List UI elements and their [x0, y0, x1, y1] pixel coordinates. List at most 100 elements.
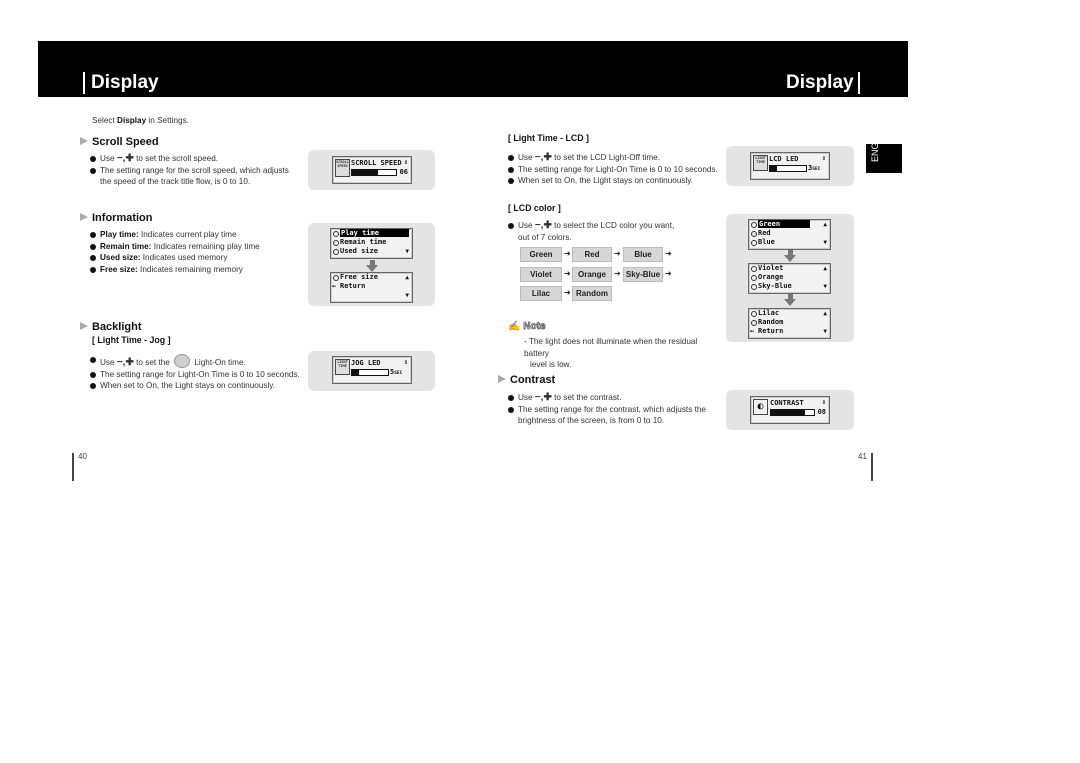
- lcd-label: CONTRAST: [770, 399, 804, 407]
- bullet-item: The setting range for Light-On Time is 0…: [508, 164, 728, 176]
- bullet-item: Free size: Indicates remaining memory: [90, 264, 300, 276]
- lcd-value: 08: [817, 408, 826, 416]
- color-chip: Sky-Blue: [623, 267, 663, 282]
- lcd-label: SCROLL SPEED: [351, 159, 402, 167]
- page-title-right: Display: [786, 72, 854, 93]
- arrow-right-icon: ➜: [564, 249, 571, 258]
- page-title-left: Display: [91, 72, 159, 93]
- lcd-label: JOG LED: [351, 359, 381, 367]
- down-arrow-icon: [784, 294, 796, 306]
- triangle-icon: [498, 375, 506, 383]
- lcd-light-bullets: Use −,✚ to set the LCD Light-Off time. T…: [508, 152, 728, 187]
- menu-row: Blue ▼: [749, 238, 830, 247]
- jog-dial-icon: [174, 354, 191, 368]
- bullet-continuation: out of 7 colors.: [518, 232, 572, 242]
- lcd-color-screen-2: Violet ▲ Orange Sky-Blue ▼: [748, 263, 831, 294]
- menu-row: Red: [749, 229, 830, 238]
- color-chip: Blue: [623, 247, 663, 262]
- language-tab-label: ENG: [870, 142, 880, 162]
- note-heading: ✍ Note: [508, 321, 546, 333]
- lcd-color-panel: Green ▲ Red Blue ▼ Violet ▲ Orange Sky-Blue…: [726, 214, 854, 342]
- up-down-icon: ⇕: [403, 358, 408, 366]
- arrow-right-icon: ➜: [614, 249, 621, 258]
- scroll-speed-panel: SCROLL SPEED SCROLL SPEED ⇕ 06: [308, 150, 435, 190]
- contrast-bullets: Use −,✚ to set the contrast. The setting…: [508, 392, 718, 427]
- lcd-value: 06: [399, 168, 408, 176]
- level-fill: [352, 370, 360, 375]
- color-chip: Violet: [520, 267, 562, 282]
- bullet-item: Use −,✚ to select the LCD color you want…: [508, 220, 728, 232]
- menu-row: ← Return: [332, 282, 366, 290]
- color-chip: Orange: [572, 267, 612, 282]
- arrow-right-icon: ➜: [564, 269, 571, 278]
- light-time-icon: LIGHT TIME: [753, 155, 768, 171]
- menu-row: Remain time: [331, 238, 412, 247]
- lcd-color-screen-1: Green ▲ Red Blue ▼: [748, 219, 831, 250]
- bullet-item: Play time: Indicates current play time: [90, 229, 300, 241]
- arrow-right-icon: ➜: [564, 288, 571, 297]
- bullet-item: When set to On, the Light stays on conti…: [508, 175, 728, 187]
- page-bar-right: [871, 453, 873, 481]
- jog-subheading: [ Light Time - Jog ]: [92, 335, 171, 345]
- up-down-icon: ⇕: [821, 398, 826, 406]
- note-text: - The light does not illuminate when the…: [524, 337, 698, 369]
- bullet-item: The setting range for the scroll speed, …: [90, 165, 300, 188]
- lcd-value: 3SEC: [808, 164, 821, 172]
- jog-led-panel: LIGHT TIME JOG LED ⇕ 5SEC: [308, 351, 435, 391]
- page-number-left: 40: [78, 452, 87, 461]
- bullet-item: The setting range for the contrast, whic…: [508, 404, 718, 427]
- bullet-item: When set to On, the Light stays on conti…: [90, 380, 310, 392]
- lcd-led-level-bar: [769, 165, 807, 172]
- arrow-right-icon: ➜: [665, 269, 672, 278]
- arrow-right-icon: ➜: [614, 269, 621, 278]
- page-number-right: 41: [858, 452, 867, 461]
- scroll-speed-icon: SCROLL SPEED: [335, 159, 350, 177]
- scroll-speed-heading: Scroll Speed: [80, 136, 159, 148]
- bullet-item: Use −,✚ to set the LCD Light-Off time.: [508, 152, 728, 164]
- down-arrow-icon: [784, 250, 796, 262]
- lcd-led-lcd: LIGHT TIME LCD LED ⇕ 3SEC: [750, 152, 830, 180]
- lcd-color-bullet: Use −,✚ to select the LCD color you want…: [508, 220, 728, 243]
- backlight-bullets: Use −,✚ to set the Light-On time. The se…: [90, 354, 310, 392]
- lcd-color-screen-3: Lilac ▲ Random ← Return ▼: [748, 308, 831, 339]
- level-fill: [352, 170, 379, 175]
- triangle-icon: [80, 322, 88, 330]
- lcd-label: LCD LED: [769, 155, 799, 163]
- menu-row: ← Return ▼: [750, 327, 827, 335]
- up-down-icon: ⇕: [821, 154, 826, 162]
- information-screen-1: Play time ▲ Remain time Used size ▼: [330, 228, 413, 259]
- bullet-item: Used size: Indicates used memory: [90, 252, 300, 264]
- page-bar-left: [72, 453, 74, 481]
- menu-row: Orange: [749, 273, 830, 282]
- menu-row: Used size ▼: [331, 247, 412, 256]
- information-bullets: Play time: Indicates current play time R…: [90, 229, 300, 275]
- information-heading: Information: [80, 212, 153, 224]
- bullet-item: Use −,✚ to set the contrast.: [508, 392, 718, 404]
- triangle-icon: [80, 213, 88, 221]
- lcd-value: 5SEC: [390, 368, 403, 376]
- lcd-light-subheading: [ Light Time - LCD ]: [508, 133, 589, 143]
- arrow-right-icon: ➜: [665, 249, 672, 258]
- lcd-color-subheading: [ LCD color ]: [508, 203, 561, 213]
- menu-row: Free size ▲: [331, 273, 412, 282]
- contrast-panel: ◐ CONTRAST ⇕ 08: [726, 390, 854, 430]
- contrast-heading: Contrast: [498, 374, 555, 386]
- menu-row: Random: [749, 318, 830, 327]
- backlight-heading: Backlight: [80, 321, 142, 333]
- menu-row: ▼: [405, 292, 409, 299]
- scroll-speed-level-bar: [351, 169, 397, 176]
- intro-text: Select Display in Settings.: [92, 116, 189, 125]
- bullet-item: Remain time: Indicates remaining play ti…: [90, 241, 300, 253]
- jog-led-lcd: LIGHT TIME JOG LED ⇕ 5SEC: [332, 356, 412, 384]
- page-header: [38, 41, 908, 97]
- menu-row: Sky-Blue ▼: [749, 282, 830, 291]
- menu-row: Violet ▲: [749, 264, 830, 273]
- contrast-icon: ◐: [753, 399, 768, 415]
- menu-row: Lilac ▲: [749, 309, 830, 318]
- lcd-led-panel: LIGHT TIME LCD LED ⇕ 3SEC: [726, 146, 854, 186]
- jog-led-level-bar: [351, 369, 389, 376]
- language-tab: ENG: [866, 142, 902, 173]
- triangle-icon: [80, 137, 88, 145]
- bullet-item: Use −,✚ to set the scroll speed.: [90, 153, 300, 165]
- level-fill: [770, 166, 778, 171]
